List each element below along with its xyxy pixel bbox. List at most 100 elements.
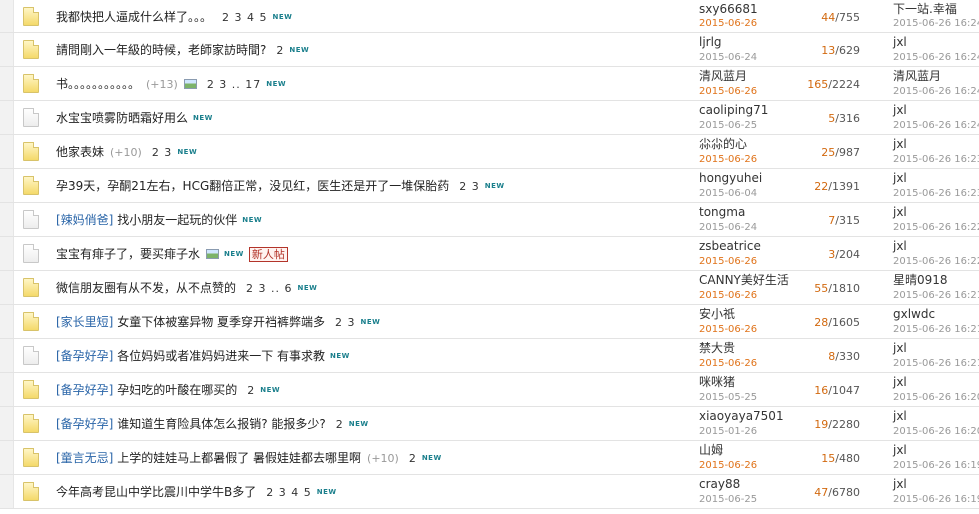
- thread-author-link[interactable]: zsbeatrice: [699, 238, 761, 254]
- thread-author-link[interactable]: 咪咪猪: [699, 374, 735, 390]
- thread-title-link[interactable]: 宝宝有痱子了，要买痱子水: [56, 247, 200, 261]
- thread-page-links[interactable]: 2 3: [335, 316, 356, 329]
- thread-author-link[interactable]: 清风蓝月: [699, 68, 747, 84]
- thread-row[interactable]: [备孕好孕] 各位妈妈或者准妈妈进来一下 有事求教 NEW 禁大贵 2015-06-2…: [0, 339, 979, 373]
- last-post-date[interactable]: 2015-06-26 16:24: [893, 119, 979, 132]
- thread-category-link[interactable]: [备孕好孕]: [56, 417, 113, 431]
- thread-title-link[interactable]: 今年高考昆山中学比震川中学牛B多了: [56, 485, 256, 499]
- thread-title: [童言无忌] 上学的娃娃马上都暑假了 暑假娃娃都去哪里啊 (+10) 2 NEW: [56, 450, 442, 467]
- thread-page-links[interactable]: 2: [247, 384, 255, 397]
- thread-author-link[interactable]: cray88: [699, 476, 740, 492]
- last-poster-link[interactable]: jxl: [893, 102, 907, 118]
- thread-title-link[interactable]: 請問剛入一年級的時候，老師家訪時間?: [56, 43, 266, 57]
- last-poster-link[interactable]: 清风蓝月: [893, 68, 941, 84]
- last-post-date[interactable]: 2015-06-26 16:23: [893, 187, 979, 200]
- thread-title-link[interactable]: 上学的娃娃马上都暑假了 暑假娃娃都去哪里啊: [117, 451, 361, 465]
- thread-category-link[interactable]: [辣妈俏爸]: [56, 213, 113, 227]
- thread-row[interactable]: 今年高考昆山中学比震川中学牛B多了 2 3 4 5 NEW cray88 2015-06…: [0, 475, 979, 509]
- last-post-date[interactable]: 2015-06-26 16:24: [893, 51, 979, 64]
- thread-row[interactable]: 书。。。。。。。。。。。 (+13) 2 3 .. 17 NEW 清风蓝月 2015-06…: [0, 67, 979, 101]
- thread-page-links[interactable]: 2 3 4 5: [266, 486, 311, 499]
- thread-title-link[interactable]: 他家表妹: [56, 145, 104, 159]
- last-post-date[interactable]: 2015-06-26 16:24: [893, 85, 979, 98]
- thread-author-link[interactable]: 安小祇: [699, 306, 735, 322]
- thread-category-link[interactable]: [备孕好孕]: [56, 383, 113, 397]
- thread-category-link[interactable]: [家长里短]: [56, 315, 113, 329]
- thread-author-link[interactable]: 尛尛的心: [699, 136, 747, 152]
- thread-author-link[interactable]: hongyuhei: [699, 170, 762, 186]
- last-poster-link[interactable]: jxl: [893, 204, 907, 220]
- view-count: 315: [839, 214, 860, 227]
- thread-row[interactable]: 宝宝有痱子了，要买痱子水 NEW 新人帖 zsbeatrice 2015-06-26 3/…: [0, 237, 979, 271]
- last-poster-link[interactable]: gxlwdc: [893, 306, 935, 322]
- thread-title-link[interactable]: 孕妇吃的叶酸在哪买的: [117, 383, 237, 397]
- thread-row[interactable]: 請問剛入一年級的時候，老師家訪時間? 2 NEW ljrlg 2015-06-24 13/…: [0, 33, 979, 67]
- thread-author-link[interactable]: tongma: [699, 204, 745, 220]
- thread-row[interactable]: 我都快把人逼成什么样了。。。 2 3 4 5 NEW sxy66681 2015-06-…: [0, 0, 979, 33]
- thread-page-links[interactable]: 2: [276, 44, 284, 57]
- last-post-date[interactable]: 2015-06-26 16:24: [893, 17, 979, 30]
- last-post-date[interactable]: 2015-06-26 16:23: [893, 153, 979, 166]
- thread-page-links[interactable]: 2 3 4 5: [222, 11, 267, 24]
- last-post-date[interactable]: 2015-06-26 16:20: [893, 391, 979, 404]
- thread-row[interactable]: [童言无忌] 上学的娃娃马上都暑假了 暑假娃娃都去哪里啊 (+10) 2 NEW 山姆 2…: [0, 441, 979, 475]
- last-poster-link[interactable]: jxl: [893, 442, 907, 458]
- last-poster-link[interactable]: jxl: [893, 136, 907, 152]
- thread-row[interactable]: 水宝宝喷雾防晒霜好用么 NEW caoliping71 2015-06-25 5/316…: [0, 101, 979, 135]
- thread-folder-icon: [23, 380, 39, 399]
- thread-page-links[interactable]: 2 3 .. 6: [246, 282, 292, 295]
- thread-row[interactable]: [备孕好孕] 谁知道生育险具体怎么报销? 能报多少? 2 NEW xiaoyaya75…: [0, 407, 979, 441]
- new-badge-icon: NEW: [266, 80, 287, 88]
- image-attachment-icon: [206, 249, 220, 259]
- thread-author-link[interactable]: sxy66681: [699, 1, 758, 17]
- last-poster-link[interactable]: jxl: [893, 34, 907, 50]
- thread-row[interactable]: 微信朋友圈有从不发，从不点赞的 2 3 .. 6 NEW CANNY美好生活 2015-…: [0, 271, 979, 305]
- last-post-date[interactable]: 2015-06-26 16:22: [893, 221, 979, 234]
- thread-title-link[interactable]: 谁知道生育险具体怎么报销? 能报多少?: [117, 417, 326, 431]
- reply-count: 19: [814, 418, 829, 431]
- last-post-date[interactable]: 2015-06-26 16:19: [893, 493, 979, 506]
- thread-title-link[interactable]: 水宝宝喷雾防晒霜好用么: [56, 111, 188, 125]
- thread-page-links[interactable]: 2 3: [459, 180, 480, 193]
- last-poster-link[interactable]: 下一站.幸福: [893, 1, 957, 17]
- last-poster-link[interactable]: jxl: [893, 170, 907, 186]
- thread-category-link[interactable]: [童言无忌]: [56, 451, 113, 465]
- thread-author-link[interactable]: 禁大贵: [699, 340, 735, 356]
- thread-title-link[interactable]: 微信朋友圈有从不发，从不点赞的: [56, 281, 236, 295]
- last-poster-link[interactable]: jxl: [893, 374, 907, 390]
- thread-page-links[interactable]: 2 3: [152, 146, 173, 159]
- view-count: 1810: [832, 282, 860, 295]
- last-poster-link[interactable]: jxl: [893, 238, 907, 254]
- thread-title: 孕39天，孕酮21左右，HCG翻倍正常，没见红，医生还是开了一堆保胎药 2 3 NE…: [56, 178, 505, 195]
- thread-title-link[interactable]: 书。。。。。。。。。。。: [56, 77, 140, 91]
- thread-page-links[interactable]: 2: [409, 452, 417, 465]
- thread-title: [家长里短] 女童下体被塞异物 夏季穿开裆裤弊端多 2 3 NEW: [56, 314, 380, 331]
- last-post-date[interactable]: 2015-06-26 16:20: [893, 425, 979, 438]
- last-poster-link[interactable]: jxl: [893, 408, 907, 424]
- last-poster-link[interactable]: jxl: [893, 476, 907, 492]
- thread-row[interactable]: [辣妈俏爸] 找小朋友一起玩的伙伴 NEW tongma 2015-06-24 7/31…: [0, 203, 979, 237]
- thread-author-link[interactable]: ljrlg: [699, 34, 722, 50]
- thread-title-link[interactable]: 找小朋友一起玩的伙伴: [117, 213, 237, 227]
- thread-author-link[interactable]: 山姆: [699, 442, 723, 458]
- thread-title-link[interactable]: 孕39天，孕酮21左右，HCG翻倍正常，没见红，医生还是开了一堆保胎药: [56, 179, 449, 193]
- thread-title-link[interactable]: 女童下体被塞异物 夏季穿开裆裤弊端多: [117, 315, 325, 329]
- last-post-date[interactable]: 2015-06-26 16:21: [893, 323, 979, 336]
- last-post-date[interactable]: 2015-06-26 16:22: [893, 255, 979, 268]
- last-poster-link[interactable]: 星晴0918: [893, 272, 948, 288]
- thread-page-links[interactable]: 2: [336, 418, 344, 431]
- thread-category-link[interactable]: [备孕好孕]: [56, 349, 113, 363]
- new-badge-icon: NEW: [242, 216, 263, 224]
- thread-row[interactable]: 孕39天，孕酮21左右，HCG翻倍正常，没见红，医生还是开了一堆保胎药 2 3 NE…: [0, 169, 979, 203]
- thread-row[interactable]: [备孕好孕] 孕妇吃的叶酸在哪买的 2 NEW 咪咪猪 2015-05-25 16/104…: [0, 373, 979, 407]
- last-post-date[interactable]: 2015-06-26 16:21: [893, 289, 979, 302]
- partial-next-row: [0, 507, 979, 514]
- thread-title-link[interactable]: 我都快把人逼成什么样了。。。: [56, 10, 212, 24]
- thread-row[interactable]: [家长里短] 女童下体被塞异物 夏季穿开裆裤弊端多 2 3 NEW 安小祇 2015-0…: [0, 305, 979, 339]
- thread-title-link[interactable]: 各位妈妈或者准妈妈进来一下 有事求教: [117, 349, 325, 363]
- last-post-date[interactable]: 2015-06-26 16:19: [893, 459, 979, 472]
- last-poster-link[interactable]: jxl: [893, 340, 907, 356]
- last-post-date[interactable]: 2015-06-26 16:21: [893, 357, 979, 370]
- thread-row[interactable]: 他家表妹 (+10) 2 3 NEW 尛尛的心 2015-06-26 25/987 jxl 20…: [0, 135, 979, 169]
- thread-page-links[interactable]: 2 3 .. 17: [207, 78, 261, 91]
